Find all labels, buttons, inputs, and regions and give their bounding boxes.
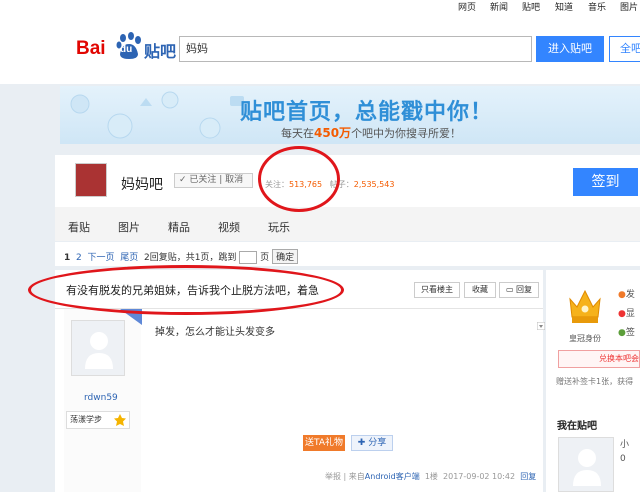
- posts-count: 2,535,543: [353, 180, 395, 189]
- author-name[interactable]: rdwn59: [84, 393, 118, 403]
- banner-title: 贴吧首页，总能戳中你！: [240, 100, 494, 125]
- forum-name[interactable]: 妈妈吧: [121, 174, 163, 194]
- circle-icon: ●: [618, 290, 626, 300]
- jump-page-input[interactable]: [239, 251, 258, 264]
- annotation-circle-followers: [258, 146, 340, 212]
- gift-note: 赠送补签卡1张，获得: [556, 377, 634, 386]
- nav-images[interactable]: 图片: [620, 0, 638, 13]
- user-level-badge: 荡漾学步: [66, 411, 130, 429]
- sidebar-shortcuts: ●发 ●显 ●签: [618, 286, 635, 343]
- sidebar-item-2[interactable]: ●显: [618, 305, 635, 324]
- follow-status-button[interactable]: ✓ 已关注 | 取消: [174, 173, 253, 188]
- forum-avatar[interactable]: [75, 163, 107, 197]
- crown-icon[interactable]: [566, 285, 604, 327]
- tab-posts[interactable]: 看贴: [68, 219, 90, 235]
- report-link[interactable]: 举报: [325, 472, 341, 481]
- post-time: 2017-09-02 10:42: [443, 472, 516, 481]
- page-2-link[interactable]: 2: [76, 253, 82, 263]
- tab-featured[interactable]: 精品: [168, 219, 190, 235]
- baidu-tieba-logo[interactable]: Bai du 贴吧: [76, 30, 186, 66]
- only-owner-button[interactable]: 只看楼主: [414, 282, 460, 298]
- banner-highlight: 450万: [314, 126, 352, 140]
- level-star-icon: [114, 414, 126, 426]
- banner-subtitle: 每天在450万个吧中为你搜寻所爱！: [281, 126, 462, 140]
- my-tieba-heading: 我在贴吧: [557, 421, 597, 432]
- search-input[interactable]: 妈妈: [179, 36, 532, 62]
- nav-zhidao[interactable]: 知道: [555, 0, 573, 13]
- nav-tieba[interactable]: 贴吧: [522, 0, 540, 13]
- nav-news[interactable]: 新闻: [490, 0, 508, 13]
- post-reply-link[interactable]: 回复: [520, 472, 536, 481]
- exchange-membership-button[interactable]: 兑换本吧会: [558, 350, 640, 368]
- floor-number: 1楼: [424, 472, 438, 481]
- plus-icon: ✚: [357, 438, 366, 448]
- banner-decoration: [70, 91, 244, 139]
- forum-tabs: [55, 207, 640, 241]
- logo-du-text: du: [120, 44, 133, 55]
- user-avatar[interactable]: [71, 320, 125, 376]
- reply-count-text: 2回复贴，共1页，跳到: [143, 253, 237, 263]
- post-content: 掉发，怎么才能让头发变多: [155, 327, 275, 338]
- nav-web[interactable]: 网页: [458, 0, 476, 13]
- sidebar-item-1[interactable]: ●发: [618, 286, 635, 305]
- next-page-link[interactable]: 下一页: [87, 253, 114, 263]
- tab-fun[interactable]: 玩乐: [268, 219, 290, 235]
- annotation-circle-title: [28, 265, 344, 315]
- reply-button[interactable]: ▭ 回复: [499, 282, 539, 298]
- default-person-icon: [85, 332, 113, 369]
- circle-icon: ●: [618, 328, 626, 338]
- favorite-button[interactable]: 收藏: [464, 282, 496, 298]
- sign-in-button[interactable]: 签到: [573, 168, 638, 196]
- post-meta: 举报 | 来自Android客户端 1楼 2017-09-02 10:42 回复: [325, 472, 537, 481]
- search-all-button[interactable]: 全吧: [609, 36, 640, 62]
- share-button[interactable]: ✚ 分享: [351, 435, 393, 451]
- my-profile-info: 小 0: [620, 440, 630, 464]
- client-link[interactable]: Android客户端: [365, 472, 420, 481]
- default-person-icon: [573, 449, 601, 486]
- tab-images[interactable]: 图片: [118, 219, 140, 235]
- circle-icon: ●: [618, 309, 626, 319]
- crown-label: 皇冠身份: [569, 334, 601, 343]
- sidebar-item-3[interactable]: ●签: [618, 324, 635, 343]
- confirm-jump-button[interactable]: 确定: [272, 249, 299, 264]
- tab-video[interactable]: 视频: [218, 219, 240, 235]
- top-navigation: 网页 新闻 贴吧 知道 音乐 图片: [0, 0, 640, 14]
- enter-tieba-button[interactable]: 进入贴吧: [536, 36, 604, 62]
- nav-music[interactable]: 音乐: [588, 0, 606, 13]
- page-current: 1: [64, 253, 71, 263]
- pager: 1 2 下一页 尾页 2回复贴，共1页，跳到 页 确定: [64, 249, 299, 264]
- my-avatar[interactable]: [558, 437, 614, 492]
- post-menu-chevron-icon[interactable]: [537, 322, 545, 330]
- send-gift-button[interactable]: 送TA礼物: [303, 435, 345, 451]
- logo-bai-text: Bai: [76, 38, 106, 59]
- last-page-link[interactable]: 尾页: [120, 253, 138, 263]
- logo-tieba-text: 贴吧: [144, 42, 177, 61]
